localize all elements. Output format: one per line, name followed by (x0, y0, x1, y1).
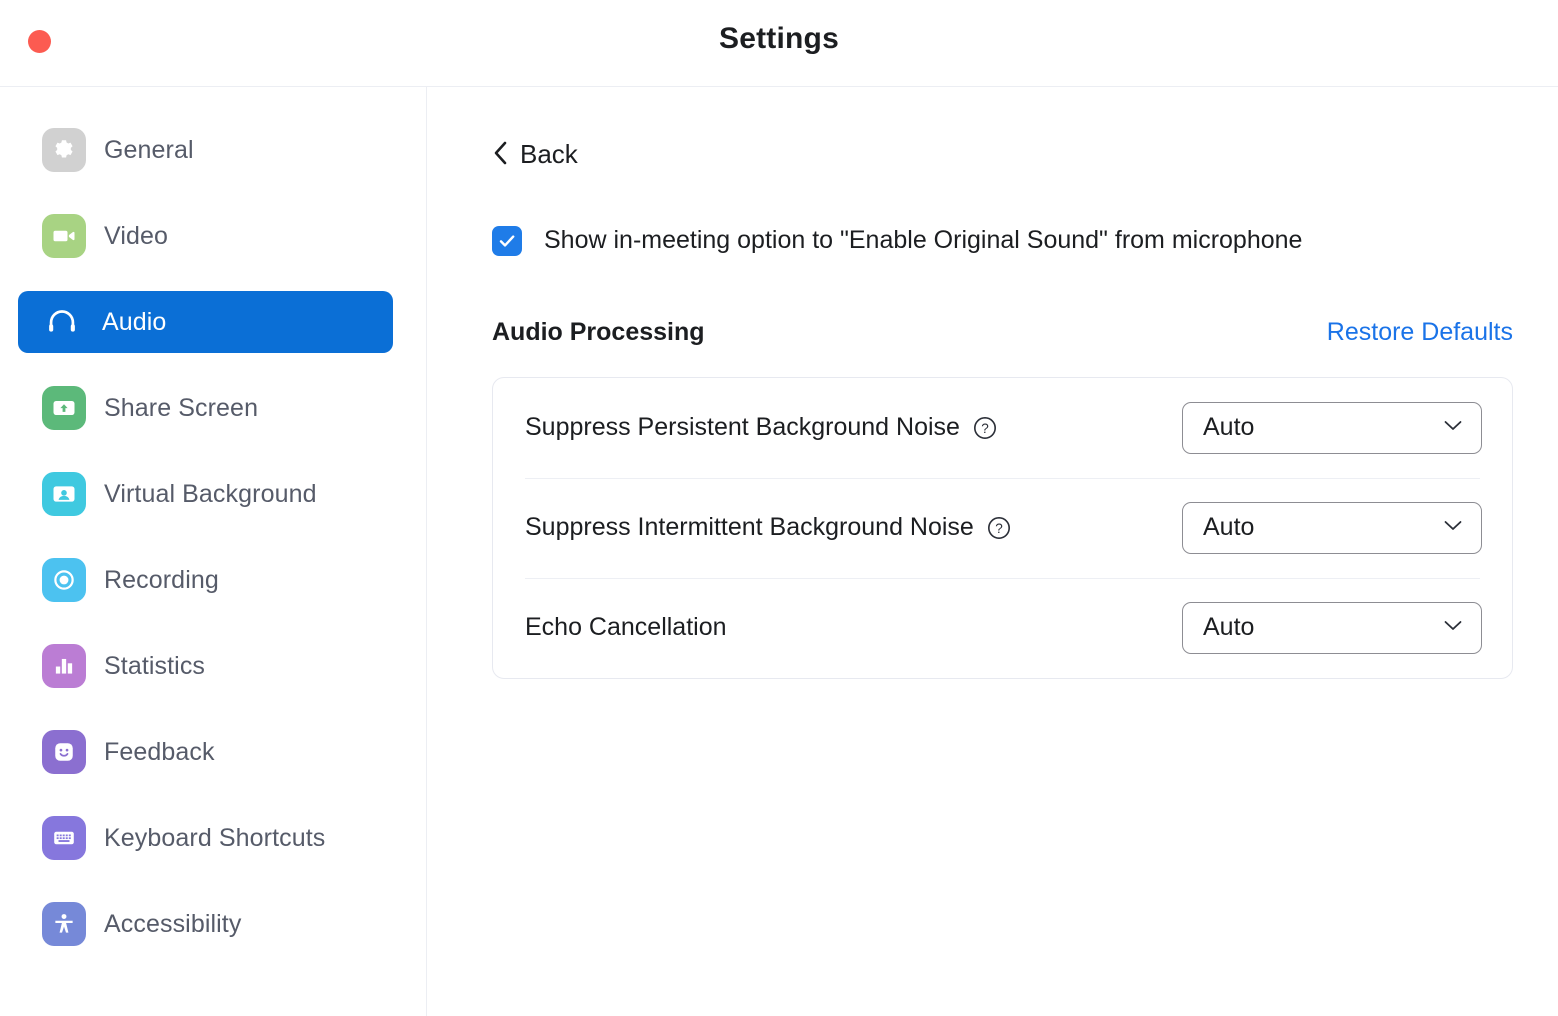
record-circle-icon (42, 558, 86, 602)
setting-row-suppress-persistent: Suppress Persistent Background Noise ? A… (493, 378, 1512, 478)
sidebar-item-accessibility[interactable]: Accessibility (18, 893, 393, 955)
restore-defaults-button[interactable]: Restore Defaults (1327, 318, 1513, 347)
sidebar-item-label: Accessibility (104, 909, 242, 938)
setting-label-wrap: Echo Cancellation (525, 613, 727, 642)
page-title: Settings (719, 22, 839, 55)
setting-label-wrap: Suppress Persistent Background Noise ? (525, 413, 998, 442)
chevron-left-icon (492, 140, 508, 170)
sidebar-item-label: General (104, 135, 194, 164)
sidebar-item-statistics[interactable]: Statistics (18, 635, 393, 697)
sidebar-item-label: Recording (104, 565, 219, 594)
sidebar-item-audio[interactable]: Audio (18, 291, 393, 353)
help-icon[interactable]: ? (972, 415, 998, 441)
accessibility-icon (42, 902, 86, 946)
smiley-face-icon (42, 730, 86, 774)
echo-cancellation-select[interactable]: Auto (1182, 601, 1482, 654)
keyboard-icon (42, 816, 86, 860)
sidebar-item-label: Statistics (104, 651, 206, 680)
chevron-down-icon (1443, 519, 1463, 537)
select-value: Auto (1203, 413, 1255, 441)
window-body: General Video Audio Share Screen Virtual… (0, 87, 1558, 1016)
setting-label: Echo Cancellation (525, 613, 727, 641)
sidebar-item-label: Keyboard Shortcuts (104, 823, 326, 852)
sidebar-item-label: Video (104, 221, 168, 250)
section-title: Audio Processing (492, 317, 705, 346)
sidebar-item-label: Share Screen (104, 393, 259, 422)
audio-processing-card: Suppress Persistent Background Noise ? A… (492, 376, 1513, 679)
sidebar-item-recording[interactable]: Recording (18, 549, 393, 611)
select-value: Auto (1203, 513, 1255, 541)
setting-label: Suppress Persistent Background Noise (525, 413, 960, 441)
sidebar: General Video Audio Share Screen Virtual… (0, 87, 427, 1016)
chevron-down-icon (1443, 619, 1463, 637)
sidebar-item-label: Audio (102, 307, 167, 336)
gear-icon (42, 128, 86, 172)
sidebar-item-virtual-background[interactable]: Virtual Background (18, 463, 393, 525)
sidebar-item-label: Virtual Background (104, 479, 317, 508)
help-icon[interactable]: ? (986, 515, 1012, 541)
original-sound-row: Show in-meeting option to "Enable Origin… (492, 225, 1513, 256)
virtual-background-icon (42, 472, 86, 516)
sidebar-item-feedback[interactable]: Feedback (18, 721, 393, 783)
suppress-persistent-select[interactable]: Auto (1182, 401, 1482, 454)
settings-window: Settings General Video Audio Share Scree… (0, 0, 1558, 1016)
sidebar-item-keyboard-shortcuts[interactable]: Keyboard Shortcuts (18, 807, 393, 869)
sidebar-item-label: Feedback (104, 737, 215, 766)
audio-processing-header: Audio Processing Restore Defaults (492, 318, 1513, 347)
suppress-intermittent-select[interactable]: Auto (1182, 501, 1482, 554)
chevron-down-icon (1443, 419, 1463, 437)
setting-label-wrap: Suppress Intermittent Background Noise ? (525, 513, 1012, 542)
svg-text:?: ? (995, 520, 1003, 535)
back-label: Back (520, 139, 578, 169)
share-screen-icon (42, 386, 86, 430)
video-camera-icon (42, 214, 86, 258)
title-bar: Settings (0, 0, 1558, 87)
setting-row-echo-cancellation: Echo Cancellation Auto (493, 577, 1512, 678)
original-sound-checkbox[interactable] (492, 225, 522, 256)
headphones-icon (42, 300, 82, 344)
sidebar-item-general[interactable]: General (18, 119, 393, 181)
setting-row-suppress-intermittent: Suppress Intermittent Background Noise ?… (493, 477, 1512, 578)
back-button[interactable]: Back (492, 139, 578, 170)
sidebar-item-video[interactable]: Video (18, 205, 393, 267)
select-value: Auto (1203, 613, 1255, 641)
original-sound-label: Show in-meeting option to "Enable Origin… (544, 226, 1303, 254)
check-icon (499, 234, 515, 247)
svg-text:?: ? (981, 420, 989, 435)
sidebar-item-share-screen[interactable]: Share Screen (18, 377, 393, 439)
main-panel: Back Show in-meeting option to "Enable O… (427, 87, 1558, 1016)
setting-label: Suppress Intermittent Background Noise (525, 513, 974, 541)
bar-chart-icon (42, 644, 86, 688)
